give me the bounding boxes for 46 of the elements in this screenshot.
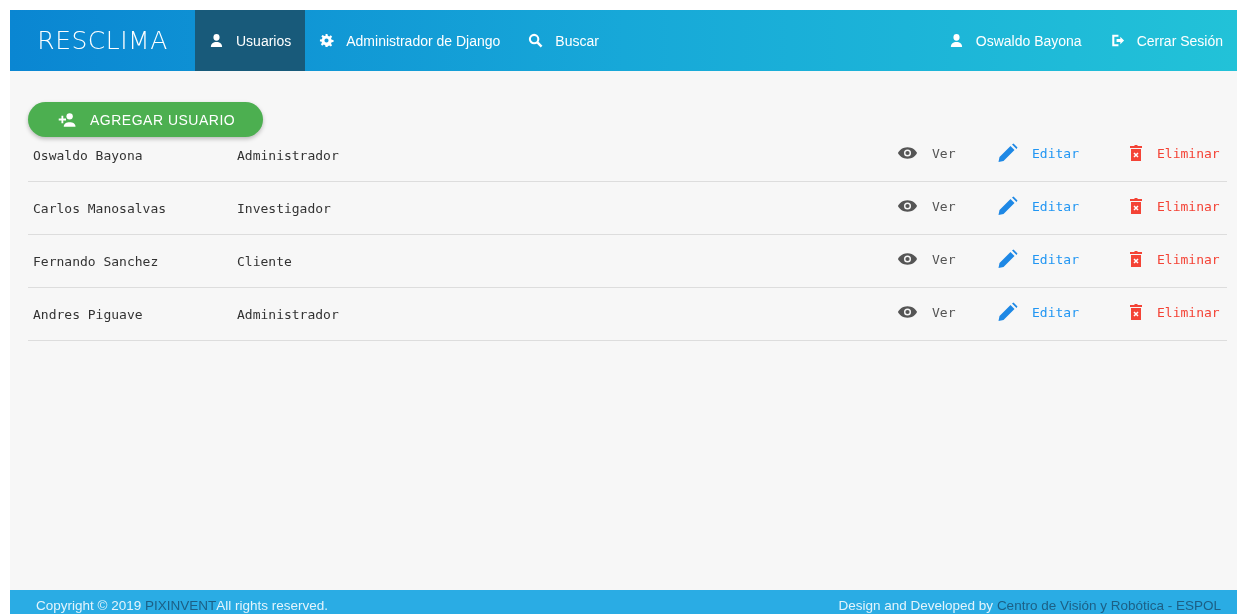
user-role: Administrador: [237, 306, 339, 322]
credits-text: Design and Developed by: [838, 597, 995, 613]
pencil-icon: [997, 249, 1018, 269]
view-link[interactable]: Ver: [897, 302, 997, 322]
nav-item[interactable]: Buscar: [514, 10, 613, 71]
pencil-icon: [997, 196, 1018, 216]
edit-link[interactable]: Editar: [997, 302, 1129, 322]
rights-text: All rights reserved.: [216, 597, 329, 613]
edit-link[interactable]: Editar: [997, 249, 1129, 269]
add-user-button[interactable]: AGREGAR USUARIO: [28, 102, 264, 137]
user-name: Andres Piguave: [33, 306, 144, 322]
logout-icon: [1109, 33, 1125, 48]
user-name: Fernando Sanchez: [33, 253, 160, 269]
user-icon: [209, 33, 224, 48]
view-link[interactable]: Ver: [897, 249, 997, 269]
user-role: Administrador: [237, 147, 339, 163]
nav-item[interactable]: Usuarios: [195, 10, 306, 71]
user-name: Carlos Manosalvas: [33, 200, 168, 216]
trash-icon: [1129, 144, 1143, 162]
gear-icon: [319, 33, 335, 48]
delete-link[interactable]: Eliminar: [1129, 250, 1227, 268]
add-person-icon: [56, 112, 76, 127]
edit-link[interactable]: Editar: [997, 143, 1129, 163]
nav-item[interactable]: Administrador de Django: [305, 10, 515, 71]
view-link[interactable]: Ver: [897, 196, 997, 216]
nav-item[interactable]: Oswaldo Bayona: [934, 10, 1096, 71]
user-role: Investigador: [237, 200, 331, 216]
delete-link[interactable]: Eliminar: [1129, 303, 1227, 321]
user-icon: [948, 33, 964, 48]
trash-icon: [1129, 250, 1143, 268]
pencil-icon: [997, 302, 1018, 322]
copyright-text: Copyright © 2019: [36, 597, 143, 613]
user-name: Oswaldo Bayona: [33, 147, 144, 163]
footer-link[interactable]: PIXINVENT: [145, 597, 217, 613]
trash-icon: [1129, 303, 1143, 321]
view-link[interactable]: Ver: [897, 143, 997, 163]
trash-icon: [1129, 197, 1143, 215]
delete-link[interactable]: Eliminar: [1129, 144, 1227, 162]
footer-link[interactable]: Centro de Visión y Robótica - ESPOL: [996, 597, 1221, 613]
delete-link[interactable]: Eliminar: [1129, 197, 1227, 215]
nav-item[interactable]: Cerrar Sesión: [1095, 10, 1237, 71]
search-icon: [528, 33, 544, 48]
user-role: Cliente: [237, 253, 292, 269]
edit-link[interactable]: Editar: [997, 196, 1129, 216]
pencil-icon: [997, 143, 1018, 163]
brand-logo[interactable]: RESCLIMA: [10, 10, 195, 71]
